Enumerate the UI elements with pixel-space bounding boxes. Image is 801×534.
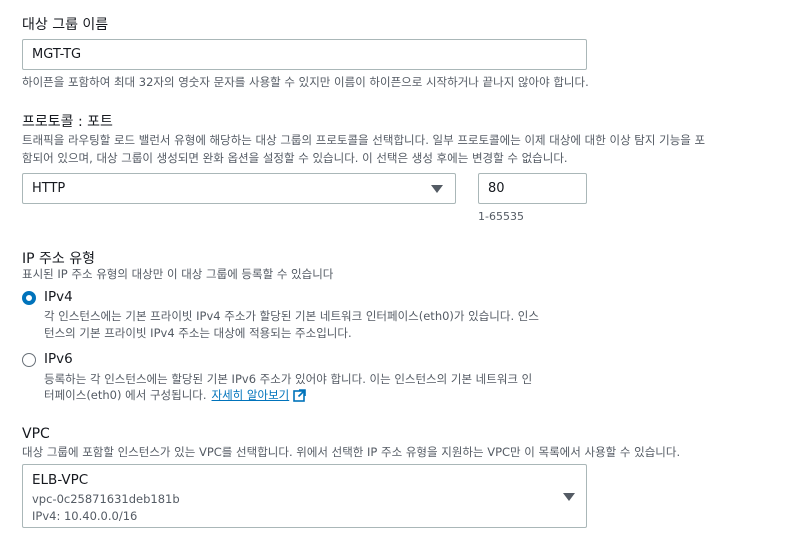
- ipv4-title: IPv4: [44, 289, 73, 305]
- ipv6-title: IPv6: [44, 351, 73, 367]
- ipv4-radio[interactable]: [22, 291, 36, 305]
- ipv6-desc-line2: 터페이스(eth0) 에서 구성됩니다. 자세히 알아보기: [44, 386, 307, 404]
- vpc-label: VPC: [22, 426, 50, 442]
- vpc-name: ELB-VPC: [32, 472, 89, 488]
- vpc-id: vpc-0c25871631deb181b: [32, 492, 180, 506]
- protocol-select-value: HTTP: [32, 181, 66, 196]
- caret-down-icon: [431, 185, 443, 193]
- vpc-cidr: IPv4: 10.40.0.0/16: [32, 509, 138, 523]
- port-input-value: 80: [488, 181, 505, 196]
- target-group-name-value: MGT-TG: [32, 47, 82, 62]
- ip-address-type-desc: 표시된 IP 주소 유형의 대상만 이 대상 그룹에 등록할 수 있습니다: [22, 267, 334, 281]
- learn-more-link[interactable]: 자세히 알아보기: [212, 386, 290, 404]
- port-range-hint: 1-65535: [478, 210, 524, 223]
- ipv4-desc-line2: 턴스의 기본 프라이빗 IPv4 주소는 대상에 적용되는 주소입니다.: [44, 326, 352, 340]
- ipv4-desc-line1: 각 인스턴스에는 기본 프라이빗 IPv4 주소가 할당된 기본 네트워크 인터…: [44, 309, 539, 323]
- target-group-name-label: 대상 그룹 이름: [22, 17, 109, 33]
- ipv6-desc-line2-text: 터페이스(eth0) 에서 구성됩니다.: [44, 388, 207, 402]
- external-link-icon[interactable]: [293, 388, 307, 402]
- target-group-name-input[interactable]: MGT-TG: [22, 39, 587, 70]
- protocol-select[interactable]: HTTP: [22, 173, 456, 204]
- protocol-port-label: 프로토콜 : 포트: [22, 114, 113, 130]
- vpc-desc: 대상 그룹에 포함할 인스턴스가 있는 VPC를 선택합니다. 위에서 선택한 …: [22, 445, 681, 459]
- protocol-port-desc-line2: 함되어 있으며, 대상 그룹이 생성되면 완화 옵션을 설정할 수 있습니다. …: [22, 151, 568, 165]
- protocol-port-desc-line1: 트래픽을 라우팅할 로드 밸런서 유형에 해당하는 대상 그룹의 프로토콜을 선…: [22, 133, 706, 147]
- ipv6-radio[interactable]: [22, 353, 36, 367]
- port-input[interactable]: 80: [478, 173, 587, 204]
- target-group-name-hint: 하이픈을 포함하여 최대 32자의 영숫자 문자를 사용할 수 있지만 이름이 …: [22, 75, 589, 89]
- caret-down-icon: [563, 493, 575, 501]
- vpc-select[interactable]: ELB-VPC vpc-0c25871631deb181b IPv4: 10.4…: [22, 464, 587, 528]
- create-target-group-form: 대상 그룹 이름 MGT-TG 하이픈을 포함하여 최대 32자의 영숫자 문자…: [0, 0, 801, 534]
